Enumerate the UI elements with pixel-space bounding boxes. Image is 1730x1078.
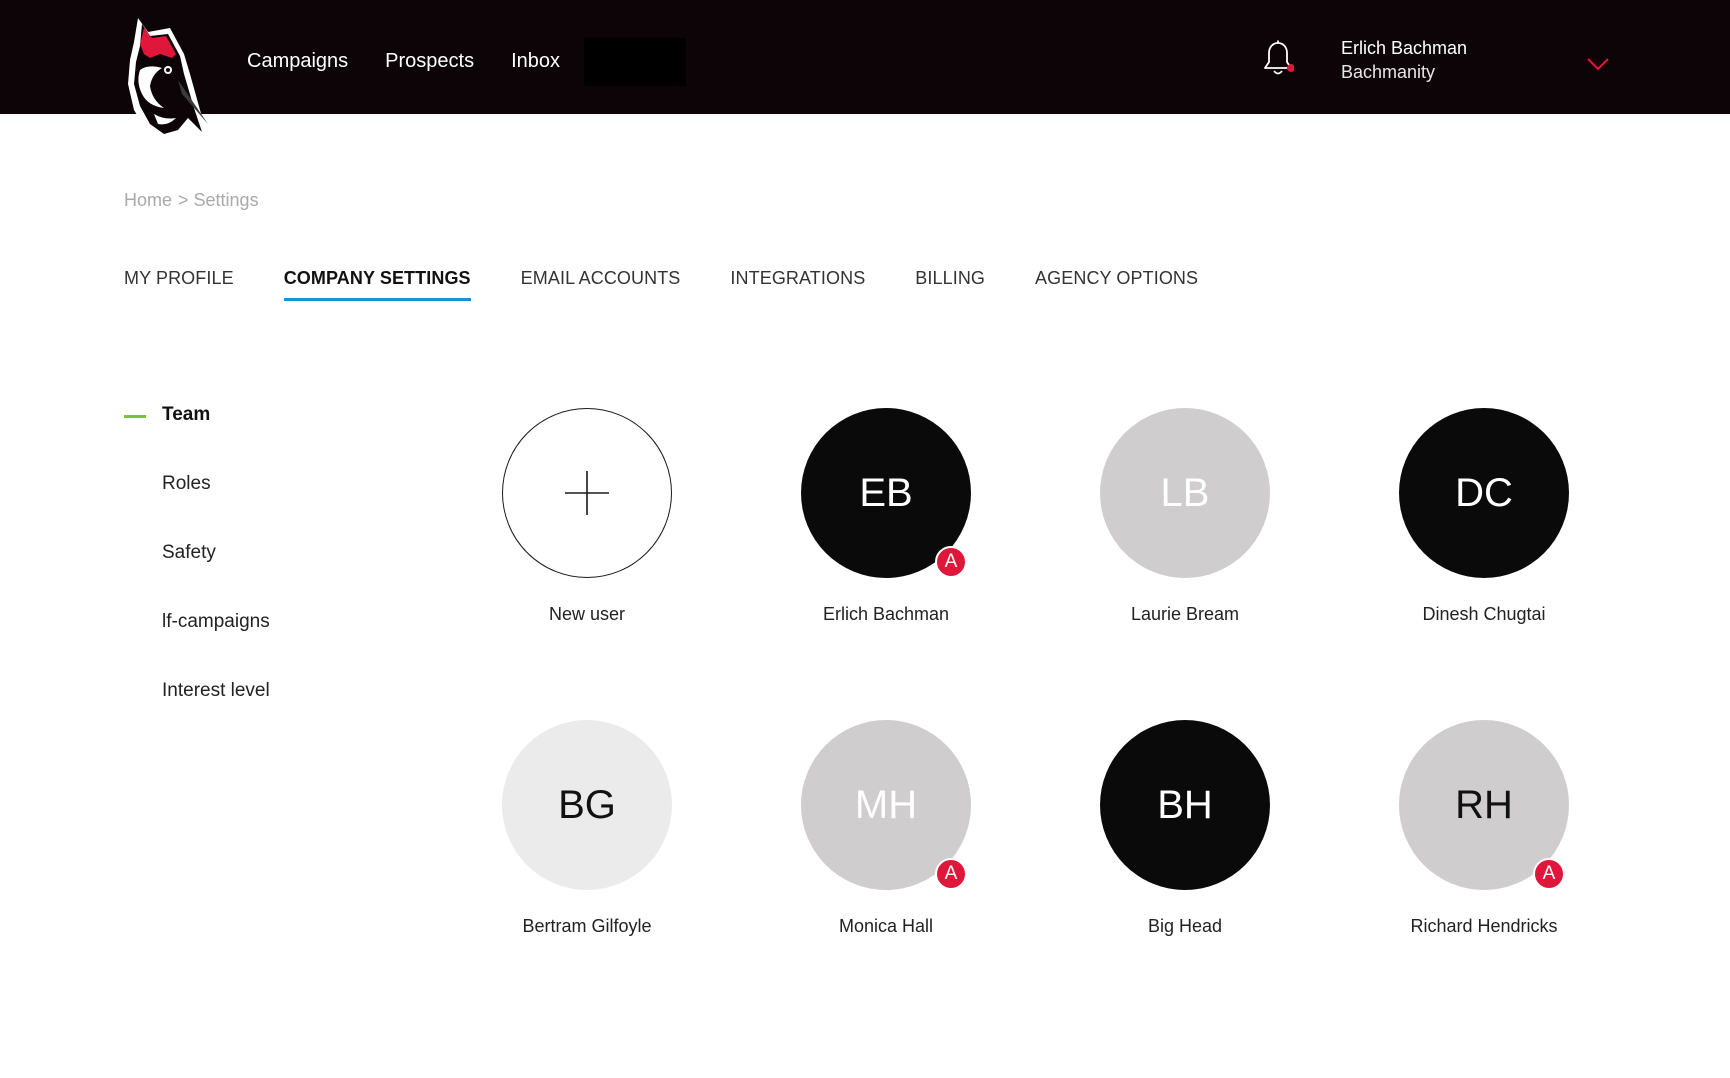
avatar-initials: EB [859,470,913,515]
new-user-button[interactable] [502,408,672,578]
settings-sidebar: Team Roles Safety lf-campaigns Interest … [124,404,270,749]
member-name: Erlich Bachman [822,604,950,624]
avatar: EB A [801,408,971,578]
team-member-card[interactable]: MH A Monica Hall [766,720,1006,937]
nav-inbox[interactable]: Inbox [511,50,560,73]
avatar: DC [1399,408,1569,578]
avatar-initials: DC [1455,470,1513,515]
admin-badge: A [935,858,967,890]
tab-agency-options[interactable]: AGENCY OPTIONS [1035,268,1198,301]
avatar-initials: MH [854,782,918,827]
sidebar-item-safety[interactable]: Safety [124,542,270,611]
team-member-card[interactable]: DC Dinesh Chugtai [1364,408,1604,625]
notification-dot [1287,64,1294,72]
admin-badge: A [1533,858,1565,890]
member-name: Richard Hendricks [1410,916,1558,936]
notification-bell-icon[interactable] [1262,40,1294,78]
avatar-initials: BH [1157,782,1213,827]
user-name: Erlich Bachman [1341,38,1468,58]
team-member-card[interactable]: EB A Erlich Bachman [766,408,1006,625]
avatar: LB [1100,408,1270,578]
tab-my-profile[interactable]: MY PROFILE [124,268,234,301]
nav-prospects[interactable]: Prospects [385,50,474,73]
tab-billing[interactable]: BILLING [915,268,985,301]
nav-hidden-item[interactable] [584,38,686,86]
woodpecker-logo[interactable] [118,14,214,148]
breadcrumb-home[interactable]: Home [124,190,172,210]
avatar-initials: RH [1455,782,1513,827]
team-member-card[interactable]: BG Bertram Gilfoyle [467,720,707,937]
admin-badge: A [935,546,967,578]
avatar: BG [502,720,672,890]
avatar: BH [1100,720,1270,890]
sidebar-item-label: Interest level [162,680,270,701]
team-member-card[interactable]: LB Laurie Bream [1065,408,1305,625]
tab-company-settings[interactable]: COMPANY SETTINGS [283,268,471,301]
chevron-down-icon[interactable] [1586,56,1610,72]
team-member-card[interactable]: BH Big Head [1065,720,1305,937]
main-nav: Campaigns Prospects Inbox [247,50,597,73]
settings-tabs: MY PROFILE COMPANY SETTINGS EMAIL ACCOUN… [124,268,1248,301]
sidebar-item-label: Team [162,404,211,425]
sidebar-item-team[interactable]: Team [124,404,270,473]
member-name: Big Head [1147,916,1223,936]
member-name: Dinesh Chugtai [1422,604,1546,624]
tab-integrations[interactable]: INTEGRATIONS [730,268,865,301]
avatar: MH A [801,720,971,890]
sidebar-item-label: Roles [162,473,211,494]
tab-email-accounts[interactable]: EMAIL ACCOUNTS [521,268,681,301]
sidebar-item-roles[interactable]: Roles [124,473,270,542]
avatar-initials: LB [1160,470,1210,515]
member-name: Bertram Gilfoyle [522,916,652,936]
breadcrumb: Home > Settings [124,190,265,211]
new-user-label: New user [548,604,626,624]
breadcrumb-settings: > Settings [178,190,259,210]
team-member-card[interactable]: RH A Richard Hendricks [1364,720,1604,937]
user-organization: Bachmanity [1341,62,1436,82]
sidebar-item-label: Safety [162,542,216,563]
nav-campaigns[interactable]: Campaigns [247,50,348,73]
active-indicator [124,415,146,418]
sidebar-item-interest-level[interactable]: Interest level [124,680,270,749]
avatar: RH A [1399,720,1569,890]
new-user-card[interactable]: New user [467,408,707,625]
avatar-initials: BG [558,782,616,827]
top-navigation-bar: Campaigns Prospects Inbox Erlich Bachman… [0,0,1730,114]
sidebar-item-lf-campaigns[interactable]: lf-campaigns [124,611,270,680]
sidebar-item-label: lf-campaigns [162,611,270,632]
plus-icon [565,471,609,515]
member-name: Monica Hall [838,916,934,936]
user-menu[interactable]: Erlich Bachman Bachmanity [1341,36,1467,84]
member-name: Laurie Bream [1130,604,1240,624]
